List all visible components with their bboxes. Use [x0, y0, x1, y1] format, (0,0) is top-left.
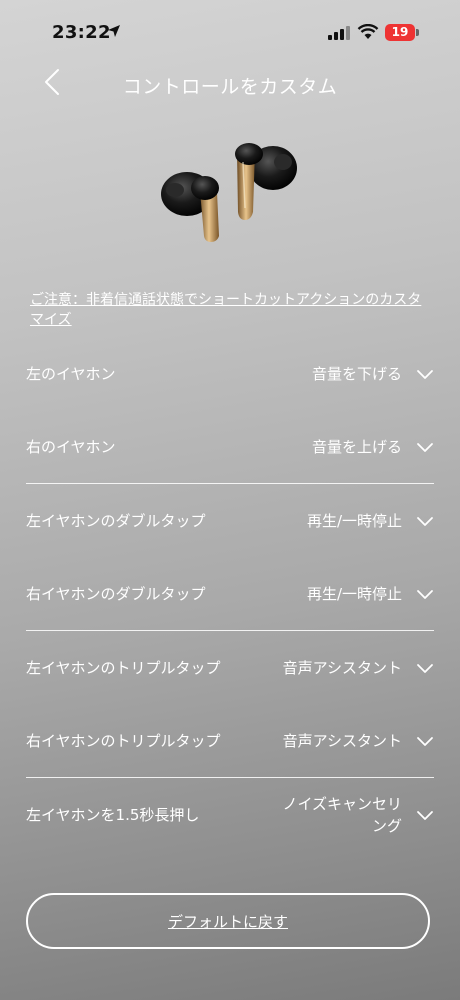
control-label: 右イヤホンのダブルタップ [26, 585, 206, 603]
control-row-left-triple[interactable]: 左イヤホンのトリプルタップ 音声アシスタント [26, 631, 434, 704]
chevron-down-icon [417, 443, 433, 452]
battery-cap [416, 29, 419, 36]
control-row-right-triple[interactable]: 右イヤホンのトリプルタップ 音声アシスタント [26, 704, 434, 777]
control-value: 音量を下げる [311, 364, 402, 383]
control-label: 左のイヤホン [26, 365, 116, 383]
control-row-right-single[interactable]: 右のイヤホン 音量を上げる [26, 410, 434, 483]
status-time: 23:22 [52, 22, 111, 43]
control-row-left-single[interactable]: 左のイヤホン 音量を下げる [26, 337, 434, 410]
control-row-left-long-press[interactable]: 左イヤホンを1.5秒長押し ノイズキャンセリング [26, 778, 434, 851]
control-label: 左イヤホンを1.5秒長押し [26, 806, 200, 824]
chevron-down-icon [417, 664, 433, 673]
control-label: 右のイヤホン [26, 438, 116, 456]
chevron-down-icon [417, 590, 433, 599]
control-label: 右イヤホンのトリプルタップ [26, 732, 221, 750]
control-list: 左のイヤホン 音量を下げる 右のイヤホン 音量を上げる 左イヤホンのダブルタップ… [26, 337, 434, 851]
control-value: 音声アシスタント [282, 731, 402, 750]
page-title: コントロールをカスタム [122, 76, 338, 98]
control-row-left-double[interactable]: 左イヤホンのダブルタップ 再生/一時停止 [26, 484, 434, 557]
control-row-right-double[interactable]: 右イヤホンのダブルタップ 再生/一時停止 [26, 557, 434, 630]
control-value: 音声アシスタント [282, 658, 402, 677]
control-label: 左イヤホンのトリプルタップ [26, 659, 221, 677]
chevron-down-icon [417, 811, 433, 820]
control-value: 再生/一時停止 [306, 511, 402, 530]
battery-icon: 19 [385, 24, 415, 41]
reset-default-button[interactable]: デフォルトに戻す [26, 893, 430, 949]
chevron-down-icon [417, 370, 433, 379]
control-value: ノイズキャンセリング [282, 794, 402, 835]
control-label: 左イヤホンのダブルタップ [26, 512, 206, 530]
wifi-icon [357, 24, 379, 39]
notice-link[interactable]: ご注意：非着信通話状態でショートカットアクションのカスタマイズ [30, 290, 430, 330]
control-value: 再生/一時停止 [306, 584, 402, 603]
chevron-down-icon [417, 517, 433, 526]
chevron-down-icon [417, 737, 433, 746]
status-bar: 23:22 19 [0, 0, 460, 60]
control-value: 音量を上げる [311, 437, 402, 456]
earbuds-product-image [161, 143, 297, 242]
location-arrow-icon [108, 25, 120, 37]
nav-bar: コントロールをカスタム [0, 60, 460, 104]
cellular-signal-icon [328, 26, 350, 40]
